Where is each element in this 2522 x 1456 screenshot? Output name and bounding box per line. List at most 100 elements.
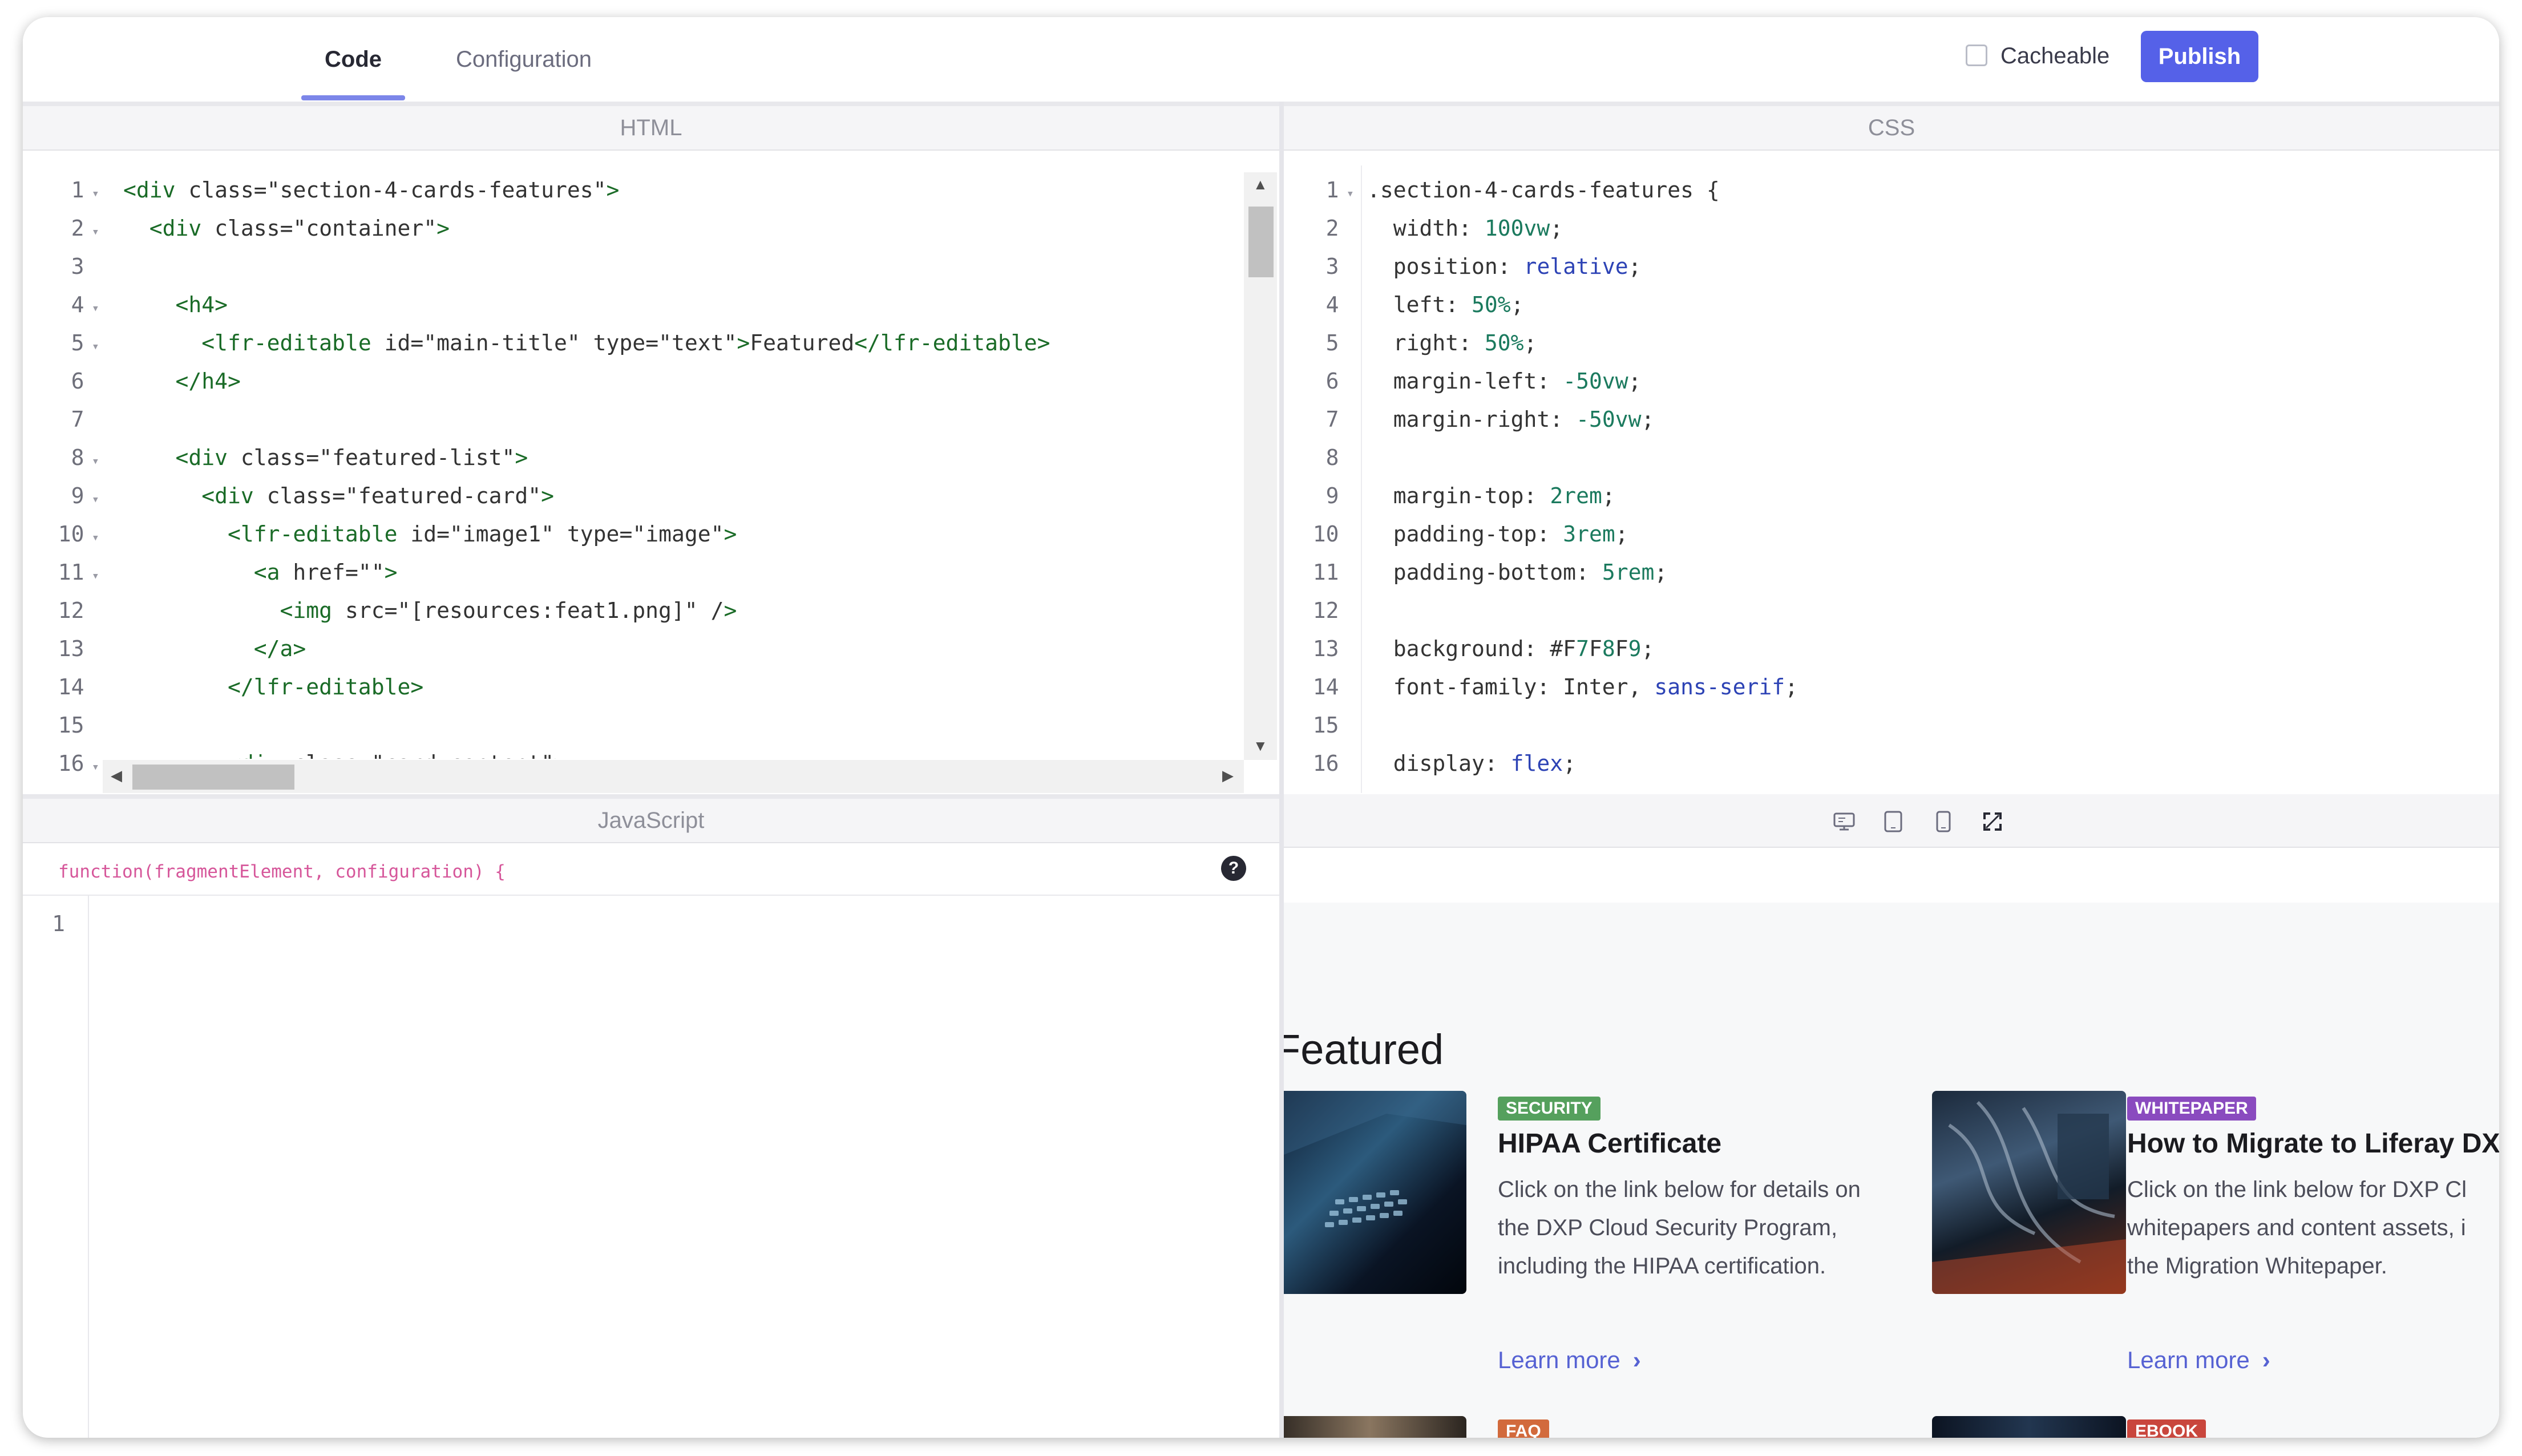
fold-arrow-icon[interactable]: ▾ <box>84 531 99 545</box>
code-line[interactable]: <a href=""> <box>123 553 398 592</box>
mobile-icon[interactable] <box>1931 810 1956 833</box>
chevron-right-icon: › <box>1632 1346 1641 1373</box>
code-line[interactable]: position: relative; <box>1367 248 1642 286</box>
card-image[interactable] <box>1284 1416 1466 1438</box>
line-number: 7 ▾ <box>1325 407 1339 432</box>
javascript-panel-header: JavaScript <box>23 794 1279 843</box>
line-number: 9 ▾ <box>71 483 99 508</box>
tab-code[interactable]: Code <box>301 17 405 102</box>
line-number: 14 ▾ <box>1312 674 1339 699</box>
code-line[interactable]: <div class="card-content"> <box>123 745 567 759</box>
preview-frame: Featured SECURITY HIPAA Certificate Clic… <box>1284 848 2499 1438</box>
line-number: 8 ▾ <box>71 445 99 470</box>
fold-arrow-icon[interactable]: ▾ <box>84 454 99 468</box>
tab-configuration[interactable]: Configuration <box>422 17 625 102</box>
card-badge: WHITEPAPER <box>2127 1097 2256 1121</box>
code-line[interactable]: padding-bottom: 5rem; <box>1367 553 1667 592</box>
card-badge: EBOOK <box>2127 1419 2206 1438</box>
line-number: 14 ▾ <box>58 674 84 699</box>
code-line[interactable]: background: #F7F8F9; <box>1367 630 1655 668</box>
scroll-left-arrow-icon[interactable]: ◀ <box>111 767 122 784</box>
fold-arrow-icon[interactable]: ▾ <box>84 569 99 583</box>
cacheable-checkbox[interactable] <box>1966 45 1987 66</box>
card-image[interactable] <box>1284 1091 1466 1294</box>
code-line[interactable]: <h4> <box>123 286 228 324</box>
html-line-gutter: 1 ▾ 2 ▾ 3 ▾ 4 ▾ 5 ▾ 6 ▾ 7 ▾ 8 ▾ 9 ▾ 10 ▾ 11 ▾ 12 ▾ 1… <box>23 165 103 776</box>
line-number: 4 ▾ <box>1325 292 1339 317</box>
fold-arrow-icon[interactable]: ▾ <box>1339 187 1354 201</box>
fold-arrow-icon[interactable]: ▾ <box>84 492 99 507</box>
fold-arrow-icon[interactable]: ▾ <box>84 339 99 354</box>
fold-arrow-icon[interactable]: ▾ <box>84 225 99 239</box>
code-line[interactable]: </h4> <box>123 362 241 401</box>
fold-arrow-icon[interactable]: ▾ <box>84 760 99 774</box>
code-line[interactable]: margin-top: 2rem; <box>1367 477 1615 515</box>
code-line[interactable]: left: 50%; <box>1367 286 1524 324</box>
html-vertical-scrollbar[interactable]: ▲ ▼ <box>1244 172 1277 760</box>
fold-arrow-icon[interactable]: ▾ <box>84 301 99 316</box>
line-number: 4 ▾ <box>71 292 99 317</box>
css-line-gutter: 1 ▾ 2 ▾ 3 ▾ 4 ▾ 5 ▾ 6 ▾ 7 ▾ 8 ▾ 9 ▾ 10 ▾ 11 ▾ 12 ▾ 1… <box>1284 165 1362 793</box>
chevron-right-icon: › <box>2262 1346 2270 1373</box>
code-line[interactable]: width: 100vw; <box>1367 209 1563 248</box>
fold-arrow-icon[interactable]: ▾ <box>84 187 99 201</box>
autosize-icon[interactable] <box>1980 810 2005 833</box>
vertical-scroll-thumb[interactable] <box>1248 207 1274 277</box>
code-line[interactable]: font-family: Inter, sans-serif; <box>1367 668 1798 706</box>
card-image[interactable] <box>1932 1416 2126 1438</box>
card-title[interactable]: How to Migrate to Liferay DX <box>2127 1128 2499 1159</box>
code-line[interactable]: <img src="[resources:feat1.png]" /> <box>123 592 737 630</box>
scroll-down-arrow-icon[interactable]: ▼ <box>1253 737 1268 755</box>
panel-divider[interactable] <box>1279 102 1284 1438</box>
line-number: 16 ▾ <box>1312 751 1339 776</box>
code-line[interactable]: <div class="featured-card"> <box>123 477 554 515</box>
js-function-signature: function(fragmentElement, configuration)… <box>23 848 1279 896</box>
html-horizontal-scrollbar[interactable]: ◀ ▶ <box>103 760 1244 793</box>
learn-more-link[interactable]: Learn more › <box>1498 1346 1641 1374</box>
learn-more-link[interactable]: Learn more › <box>2127 1346 2270 1374</box>
css-code-editor[interactable]: .section-4-cards-features { width: 100vw… <box>1364 165 2499 793</box>
code-line[interactable]: right: 50%; <box>1367 324 1537 362</box>
line-number: 1 <box>52 911 65 936</box>
learn-more-label: Learn more <box>2127 1346 2250 1373</box>
line-number: 12 ▾ <box>1312 598 1339 623</box>
line-number: 5 ▾ <box>71 330 99 355</box>
scroll-up-arrow-icon[interactable]: ▲ <box>1253 176 1268 193</box>
code-line[interactable]: </a> <box>123 630 306 668</box>
card-image[interactable] <box>1932 1091 2126 1294</box>
cacheable-label: Cacheable <box>2000 43 2110 68</box>
line-number: 2 ▾ <box>1325 216 1339 241</box>
card-title[interactable]: HIPAA Certificate <box>1498 1128 1721 1159</box>
horizontal-scroll-thumb[interactable] <box>132 765 294 790</box>
fragment-editor: Code Configuration Cacheable Publish HTM… <box>23 17 2499 1438</box>
js-code-editor[interactable] <box>89 896 1279 1438</box>
code-line[interactable]: margin-left: -50vw; <box>1367 362 1642 401</box>
code-line[interactable]: <lfr-editable id="main-title" type="text… <box>123 324 1050 362</box>
css-panel-header: CSS <box>1284 102 2499 151</box>
line-number: 15 ▾ <box>58 713 84 738</box>
code-line[interactable]: <div class="section-4-cards-features"> <box>123 171 619 209</box>
line-number: 12 ▾ <box>58 598 84 623</box>
line-number: 3 ▾ <box>71 254 84 279</box>
card-description: Click on the link below for DXP Cl white… <box>2127 1177 2467 1279</box>
line-number: 9 ▾ <box>1325 483 1339 508</box>
code-line[interactable]: <div class="featured-list"> <box>123 439 528 477</box>
code-line[interactable]: </lfr-editable> <box>123 668 423 706</box>
code-line[interactable]: display: flex; <box>1367 745 1576 783</box>
card-badge: SECURITY <box>1498 1097 1600 1121</box>
code-line[interactable]: margin-right: -50vw; <box>1367 401 1655 439</box>
card-description: Click on the link below for details on t… <box>1498 1177 1861 1279</box>
js-line-gutter: 1 <box>23 896 89 1438</box>
scroll-right-arrow-icon[interactable]: ▶ <box>1222 767 1234 784</box>
desktop-icon[interactable] <box>1832 810 1857 833</box>
code-line[interactable]: <div class="container"> <box>123 209 450 248</box>
html-code-editor[interactable]: <div class="section-4-cards-features"> <… <box>103 165 1244 759</box>
line-number: 6 ▾ <box>1325 369 1339 394</box>
tablet-icon[interactable] <box>1881 810 1906 833</box>
line-number: 11 ▾ <box>58 560 99 585</box>
code-line[interactable]: .section-4-cards-features { <box>1367 171 1720 209</box>
help-icon[interactable]: ? <box>1221 856 1246 881</box>
publish-button[interactable]: Publish <box>2141 31 2258 82</box>
code-line[interactable]: <lfr-editable id="image1" type="image"> <box>123 515 737 553</box>
code-line[interactable]: padding-top: 3rem; <box>1367 515 1628 553</box>
